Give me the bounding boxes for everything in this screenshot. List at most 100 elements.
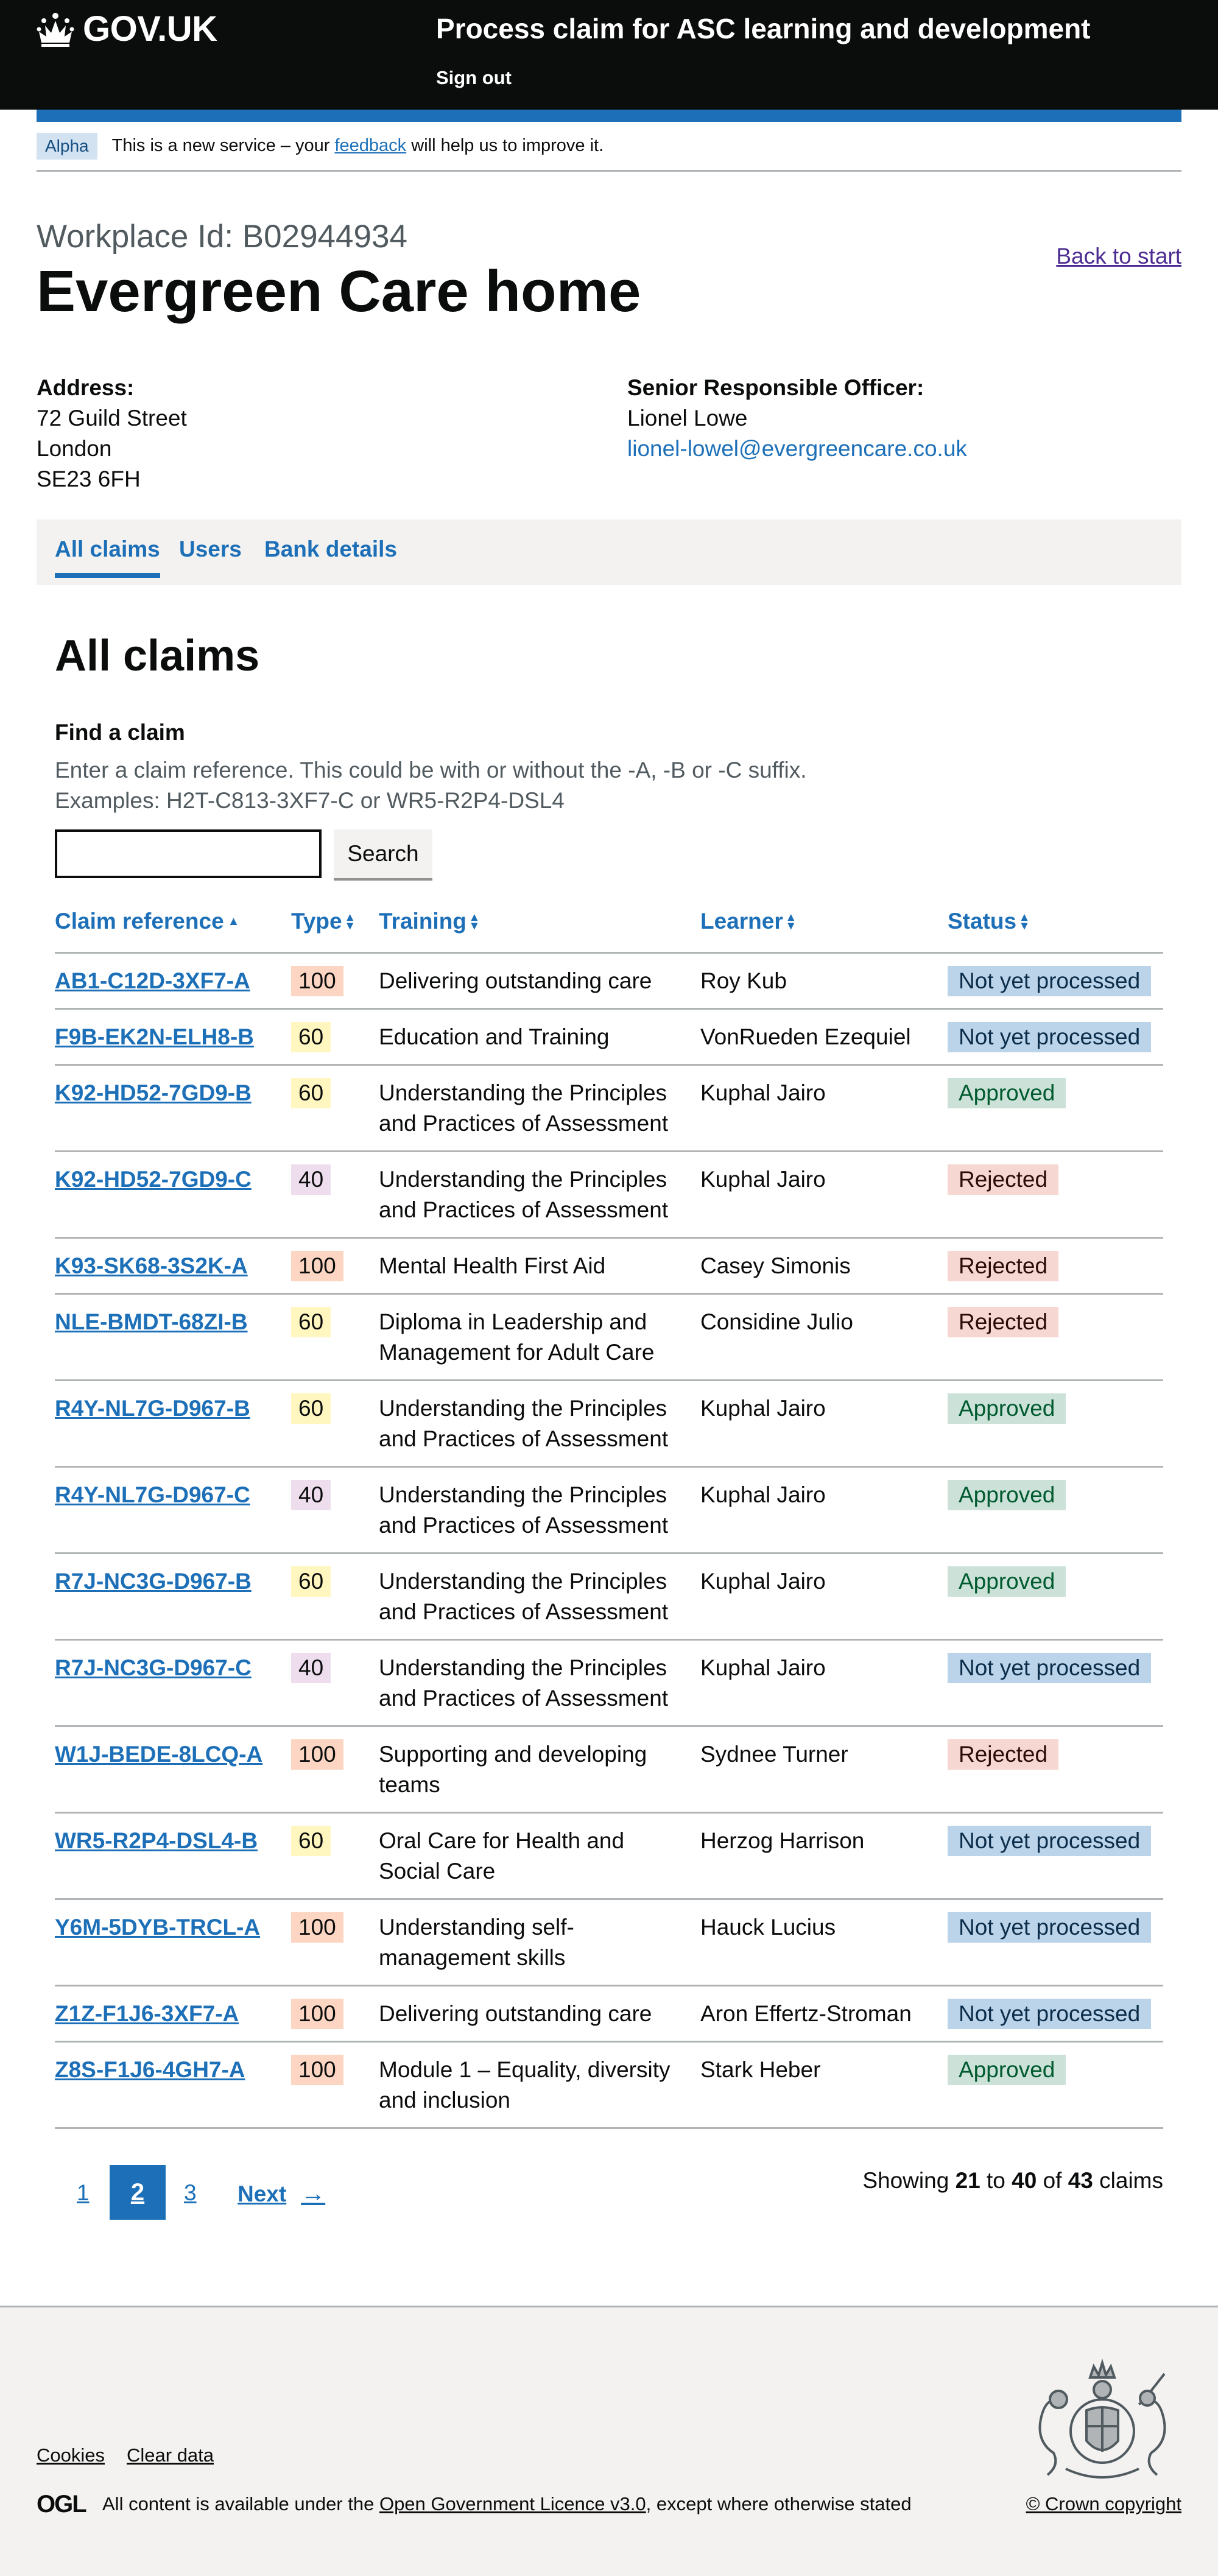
pagination-page-3[interactable]: 3 xyxy=(184,2180,197,2206)
royal-coat-of-arms-icon xyxy=(1038,2359,1166,2479)
learner-cell: Herzog Harrison xyxy=(700,1828,865,1853)
training-cell: Delivering outstanding care xyxy=(379,968,652,993)
tabs-bar: All claims Users Bank details xyxy=(37,519,1181,585)
claim-reference-link[interactable]: R4Y-NL7G-D967-C xyxy=(55,1480,250,1510)
claim-reference-link[interactable]: W1J-BEDE-8LCQ-A xyxy=(55,1739,262,1770)
search-hint-line: Examples: H2T-C813-3XF7-C or WR5-R2P4-DS… xyxy=(55,788,565,813)
column-header-status[interactable]: Status ▴ ▾ xyxy=(948,909,1029,934)
tab-bank-details[interactable]: Bank details xyxy=(264,537,397,562)
claim-reference-link[interactable]: Z8S-F1J6-4GH7-A xyxy=(55,2055,245,2085)
type-tag: 60 xyxy=(291,1078,331,1108)
status-tag: Not yet processed xyxy=(948,1653,1152,1683)
claim-search-input[interactable] xyxy=(55,829,322,878)
address-block: Address: 72 Guild Street London SE23 6FH xyxy=(37,373,187,494)
page-title: Evergreen Care home xyxy=(37,259,641,324)
find-claim-label: Find a claim xyxy=(55,720,185,745)
claim-reference-link[interactable]: K92-HD52-7GD9-C xyxy=(55,1164,252,1195)
licence-text: All content is available under the Open … xyxy=(102,2493,912,2515)
column-header-claim-reference[interactable]: Claim reference ▲ xyxy=(55,909,240,934)
learner-cell: Stark Heber xyxy=(700,2057,821,2082)
pagination-next-link[interactable]: Next → xyxy=(238,2180,325,2208)
cookies-link[interactable]: Cookies xyxy=(37,2444,105,2466)
claim-reference-link[interactable]: R7J-NC3G-D967-B xyxy=(55,1566,252,1597)
crown-icon xyxy=(37,12,74,47)
govuk-logo-link[interactable]: GOV.UK xyxy=(37,9,217,49)
pagination-page-1[interactable]: 1 xyxy=(77,2180,90,2206)
header-blue-stripe xyxy=(37,110,1181,122)
table-row: R4Y-NL7G-D967-B 60 Understanding the Princ… xyxy=(55,1381,1163,1468)
sort-icon: ▴ ▾ xyxy=(1021,910,1028,932)
claim-reference-link[interactable]: K93-SK68-3S2K-A xyxy=(55,1251,248,1281)
results-to-word: to xyxy=(987,2168,1005,2193)
results-count-prefix: Showing xyxy=(862,2168,949,2193)
clear-data-link[interactable]: Clear data xyxy=(127,2444,214,2466)
claim-reference-link[interactable]: K92-HD52-7GD9-B xyxy=(55,1078,252,1108)
tab-all-claims[interactable]: All claims xyxy=(55,537,160,578)
column-header-type[interactable]: Type ▴ ▾ xyxy=(291,909,354,934)
table-row: R7J-NC3G-D967-C 40 Understanding the Princ… xyxy=(55,1641,1163,1727)
results-total: 43 xyxy=(1068,2168,1093,2193)
type-tag: 40 xyxy=(291,1480,331,1510)
sort-ascending-icon: ▲ xyxy=(227,915,240,928)
open-government-licence-link[interactable]: Open Government Licence v3.0 xyxy=(379,2493,646,2514)
status-tag: Rejected xyxy=(948,1307,1059,1337)
results-count: Showing 21 to 40 of 43 claims xyxy=(862,2168,1163,2194)
sign-out-link[interactable]: Sign out xyxy=(436,67,512,89)
training-cell: Understanding the Principles and Practic… xyxy=(379,1655,669,1711)
status-tag: Not yet processed xyxy=(948,1826,1152,1856)
back-to-start-link[interactable]: Back to start xyxy=(1056,244,1181,269)
search-hint: Enter a claim reference. This could be w… xyxy=(55,755,807,816)
phase-tag: Alpha xyxy=(37,132,97,160)
column-header-label: Status xyxy=(948,909,1017,934)
results-from: 21 xyxy=(955,2168,980,2193)
claim-reference-link[interactable]: R7J-NC3G-D967-C xyxy=(55,1653,252,1683)
column-header-learner[interactable]: Learner ▴ ▾ xyxy=(700,909,795,934)
table-header: Claim reference ▲ Type ▴ ▾ Training ▴ ▾ Learn… xyxy=(55,906,1163,954)
crown-copyright-link[interactable]: © Crown copyright xyxy=(1026,2493,1181,2515)
type-tag: 100 xyxy=(291,1912,343,1943)
claim-reference-link[interactable]: WR5-R2P4-DSL4-B xyxy=(55,1826,258,1856)
service-name-link[interactable]: Process claim for ASC learning and devel… xyxy=(436,12,1091,45)
type-tag: 100 xyxy=(291,966,343,996)
claim-reference-link[interactable]: Y6M-5DYB-TRCL-A xyxy=(55,1912,260,1943)
sro-name: Lionel Lowe xyxy=(627,406,748,431)
training-cell: Module 1 – Equality, diversity and inclu… xyxy=(379,2057,671,2113)
address-line: 72 Guild Street xyxy=(37,406,187,431)
table-row: AB1-C12D-3XF7-A 100 Delivering outstanding… xyxy=(55,954,1163,1010)
learner-cell: VonRueden Ezequiel xyxy=(700,1024,911,1049)
status-tag: Approved xyxy=(948,1078,1066,1108)
table-row: K92-HD52-7GD9-C 40 Understanding the Princ… xyxy=(55,1152,1163,1239)
table-row: K93-SK68-3S2K-A 100 Mental Health First Ai… xyxy=(55,1239,1163,1295)
claim-reference-link[interactable]: F9B-EK2N-ELH8-B xyxy=(55,1022,254,1052)
type-tag: 60 xyxy=(291,1566,331,1597)
table-row: WR5-R2P4-DSL4-B 60 Oral Care for Health an… xyxy=(55,1814,1163,1900)
type-tag: 60 xyxy=(291,1826,331,1856)
table-row: R7J-NC3G-D967-B 60 Understanding the Princ… xyxy=(55,1554,1163,1641)
type-tag: 100 xyxy=(291,1739,343,1770)
address-line: SE23 6FH xyxy=(37,466,141,491)
training-cell: Education and Training xyxy=(379,1024,610,1049)
training-cell: Oral Care for Health and Social Care xyxy=(379,1828,625,1884)
column-header-training[interactable]: Training ▴ ▾ xyxy=(379,909,479,934)
claim-reference-link[interactable]: Z1Z-F1J6-3XF7-A xyxy=(55,1999,239,2029)
table-row: W1J-BEDE-8LCQ-A 100 Supporting and develop… xyxy=(55,1727,1163,1814)
learner-cell: Kuphal Jairo xyxy=(700,1167,826,1192)
search-button[interactable]: Search xyxy=(334,829,432,878)
tab-users[interactable]: Users xyxy=(179,537,242,562)
claim-reference-link[interactable]: AB1-C12D-3XF7-A xyxy=(55,966,250,996)
pagination-page-2-current[interactable]: 2 xyxy=(110,2165,166,2220)
status-tag: Approved xyxy=(948,1393,1066,1424)
learner-cell: Hauck Lucius xyxy=(700,1915,836,1940)
arrow-right-icon: → xyxy=(301,2180,326,2207)
learner-cell: Kuphal Jairo xyxy=(700,1482,826,1507)
sro-email-link[interactable]: lionel-lowel@evergreencare.co.uk xyxy=(627,436,967,461)
claim-reference-link[interactable]: R4Y-NL7G-D967-B xyxy=(55,1393,250,1424)
table-row: F9B-EK2N-ELH8-B 60 Education and Training V… xyxy=(55,1010,1163,1066)
status-tag: Not yet processed xyxy=(948,1022,1152,1052)
phase-text-after: will help us to improve it. xyxy=(406,136,604,155)
training-cell: Understanding the Principles and Practic… xyxy=(379,1080,669,1136)
results-suffix: claims xyxy=(1099,2168,1163,2193)
claim-reference-link[interactable]: NLE-BMDT-68ZI-B xyxy=(55,1307,248,1337)
feedback-link[interactable]: feedback xyxy=(334,136,406,155)
status-tag: Not yet processed xyxy=(948,1999,1152,2029)
